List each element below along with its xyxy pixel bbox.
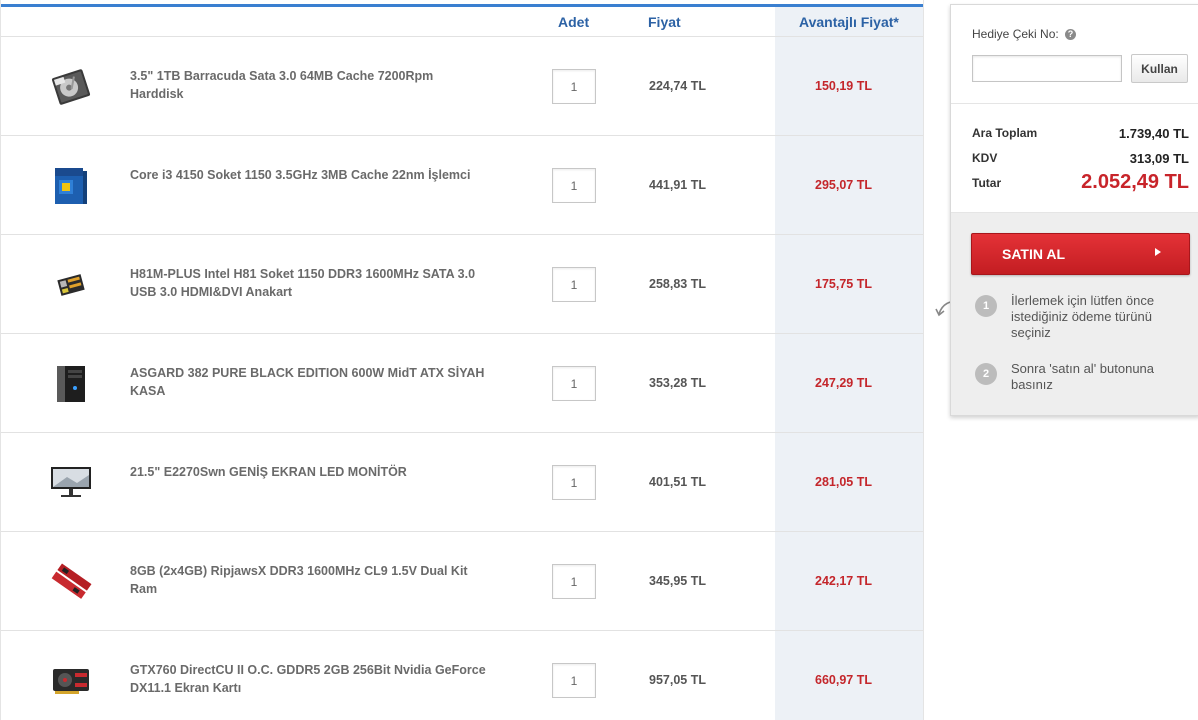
product-name[interactable]: ASGARD 382 PURE BLACK EDITION 600W MidT … [130,364,490,400]
advantage-price: 242,17 TL [815,574,872,588]
monitor-icon[interactable] [47,463,95,503]
table-row: Core i3 4150 Soket 1150 3.5GHz 3MB Cache… [1,136,923,235]
product-name[interactable]: GTX760 DirectCU II O.C. GDDR5 2GB 256Bit… [130,661,490,697]
quantity-input[interactable] [552,465,596,500]
step-text: Sonra 'satın al' butonuna basınız [1011,361,1155,392]
step-text: İlerlemek için lütfen önce istediğiniz ö… [1011,293,1155,340]
product-price: 353,28 TL [649,376,706,390]
table-row: GTX760 DirectCU II O.C. GDDR5 2GB 256Bit… [1,631,923,720]
advantage-price: 175,75 TL [815,277,872,291]
gift-voucher-label: Hediye Çeki No: [972,27,1059,41]
buy-button-label: SATIN AL [1002,246,1065,262]
header-advantage-price: Avantajlı Fiyat* [799,14,899,30]
product-price: 957,05 TL [649,673,706,687]
table-row: 21.5" E2270Swn GENİŞ EKRAN LED MONİTÖR 4… [1,433,923,532]
subtotal-value: 1.739,40 TL [1118,126,1189,141]
buy-button[interactable]: SATIN AL [971,233,1190,275]
motherboard-icon[interactable] [47,265,95,305]
product-name[interactable]: H81M-PLUS Intel H81 Soket 1150 DDR3 1600… [130,265,490,301]
product-price: 441,91 TL [649,178,706,192]
quantity-input[interactable] [552,366,596,401]
table-header: Adet Fiyat Avantajlı Fiyat* [1,7,923,37]
play-arrow-icon [1155,248,1161,256]
purchase-section: SATIN AL 1 İlerlemek için lütfen önce is… [951,213,1198,415]
total-value: 2.052,49 TL [1081,171,1189,193]
order-summary-panel: Hediye Çeki No: ? Kullan Ara Toplam 1.73… [950,4,1198,416]
quantity-input[interactable] [552,663,596,698]
table-row: 3.5" 1TB Barracuda Sata 3.0 64MB Cache 7… [1,37,923,136]
use-voucher-button[interactable]: Kullan [1131,54,1188,83]
product-name[interactable]: 3.5" 1TB Barracuda Sata 3.0 64MB Cache 7… [130,67,490,103]
tax-value: 313,09 TL [1129,151,1189,166]
quantity-input[interactable] [552,267,596,302]
step-number: 1 [975,295,997,317]
product-name[interactable]: 21.5" E2270Swn GENİŞ EKRAN LED MONİTÖR [130,463,490,481]
table-row: H81M-PLUS Intel H81 Soket 1150 DDR3 1600… [1,235,923,334]
subtotal-label: Ara Toplam [972,126,1038,140]
header-qty: Adet [558,14,590,30]
product-name[interactable]: 8GB (2x4GB) RipjawsX DDR3 1600MHz CL9 1.… [130,562,490,598]
advantage-price: 281,05 TL [815,475,872,489]
help-icon[interactable]: ? [1065,29,1076,40]
quantity-input[interactable] [552,564,596,599]
cart-table: Adet Fiyat Avantajlı Fiyat* 3.5" 1TB Bar… [0,0,924,720]
ram-icon[interactable] [47,562,95,602]
header-price: Fiyat [648,14,681,30]
graphics-card-icon[interactable] [47,661,95,701]
step-number: 2 [975,363,997,385]
advantage-price: 295,07 TL [815,178,872,192]
totals-section: Ara Toplam 1.739,40 TL KDV 313,09 TL Tut… [951,104,1198,213]
quantity-input[interactable] [552,69,596,104]
advantage-price: 247,29 TL [815,376,872,390]
product-name[interactable]: Core i3 4150 Soket 1150 3.5GHz 3MB Cache… [130,166,490,184]
advantage-price: 150,19 TL [815,79,872,93]
gift-voucher-input[interactable] [972,55,1122,82]
pc-case-icon[interactable] [47,364,95,404]
product-price: 401,51 TL [649,475,706,489]
quantity-input[interactable] [552,168,596,203]
tax-label: KDV [972,151,998,165]
product-price: 345,95 TL [649,574,706,588]
hard-disk-icon[interactable] [47,67,95,107]
gift-voucher-section: Hediye Çeki No: ? Kullan [951,5,1198,104]
advantage-price: 660,97 TL [815,673,872,687]
product-price: 224,74 TL [649,79,706,93]
total-label: Tutar [972,176,1002,190]
product-price: 258,83 TL [649,277,706,291]
table-row: 8GB (2x4GB) RipjawsX DDR3 1600MHz CL9 1.… [1,532,923,631]
table-row: ASGARD 382 PURE BLACK EDITION 600W MidT … [1,334,923,433]
processor-box-icon[interactable] [47,166,95,206]
